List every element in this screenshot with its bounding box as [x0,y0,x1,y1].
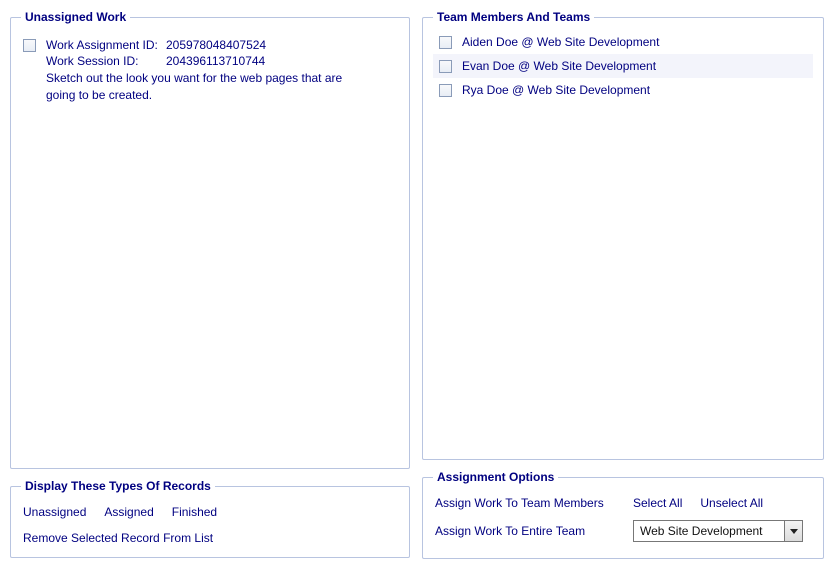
team-member-checkbox[interactable] [439,84,452,97]
team-member-checkbox[interactable] [439,60,452,73]
remove-selected-link[interactable]: Remove Selected Record From List [23,531,213,545]
filter-finished-link[interactable]: Finished [172,505,217,519]
work-item-checkbox[interactable] [23,39,36,52]
filter-assigned-link[interactable]: Assigned [104,505,153,519]
unassigned-work-panel: Unassigned Work Work Assignment ID: 2059… [10,10,410,469]
team-member-checkbox[interactable] [439,36,452,49]
team-dropdown-button[interactable] [784,521,802,541]
team-member-label: Rya Doe @ Web Site Development [462,83,650,97]
assign-to-members-link[interactable]: Assign Work To Team Members [435,496,615,510]
work-item[interactable]: Work Assignment ID: 205978048407524 Work… [21,32,399,110]
team-dropdown-value: Web Site Development [634,521,784,541]
work-session-id-value: 204396113710744 [166,54,265,68]
display-types-panel: Display These Types Of Records Unassigne… [10,479,410,558]
filter-unassigned-link[interactable]: Unassigned [23,505,86,519]
assignment-options-panel: Assignment Options Assign Work To Team M… [422,470,824,559]
chevron-down-icon [790,529,798,534]
unassigned-work-legend: Unassigned Work [21,10,130,24]
team-member-row[interactable]: Evan Doe @ Web Site Development [433,54,813,78]
team-dropdown[interactable]: Web Site Development [633,520,803,542]
unselect-all-link[interactable]: Unselect All [700,496,763,510]
select-all-link[interactable]: Select All [633,496,682,510]
assign-to-team-link[interactable]: Assign Work To Entire Team [435,524,615,538]
work-session-id-label: Work Session ID: [46,54,166,68]
team-members-panel: Team Members And Teams Aiden Doe @ Web S… [422,10,824,460]
work-item-description: Sketch out the look you want for the web… [46,70,366,104]
work-assignment-id-value: 205978048407524 [166,38,266,52]
team-member-label: Aiden Doe @ Web Site Development [462,35,659,49]
team-members-legend: Team Members And Teams [433,10,594,24]
work-item-details: Work Assignment ID: 205978048407524 Work… [46,38,397,104]
work-assignment-id-label: Work Assignment ID: [46,38,166,52]
display-types-legend: Display These Types Of Records [21,479,215,493]
team-member-row[interactable]: Aiden Doe @ Web Site Development [433,30,813,54]
team-member-label: Evan Doe @ Web Site Development [462,59,656,73]
team-member-row[interactable]: Rya Doe @ Web Site Development [433,78,813,102]
assignment-options-legend: Assignment Options [433,470,558,484]
